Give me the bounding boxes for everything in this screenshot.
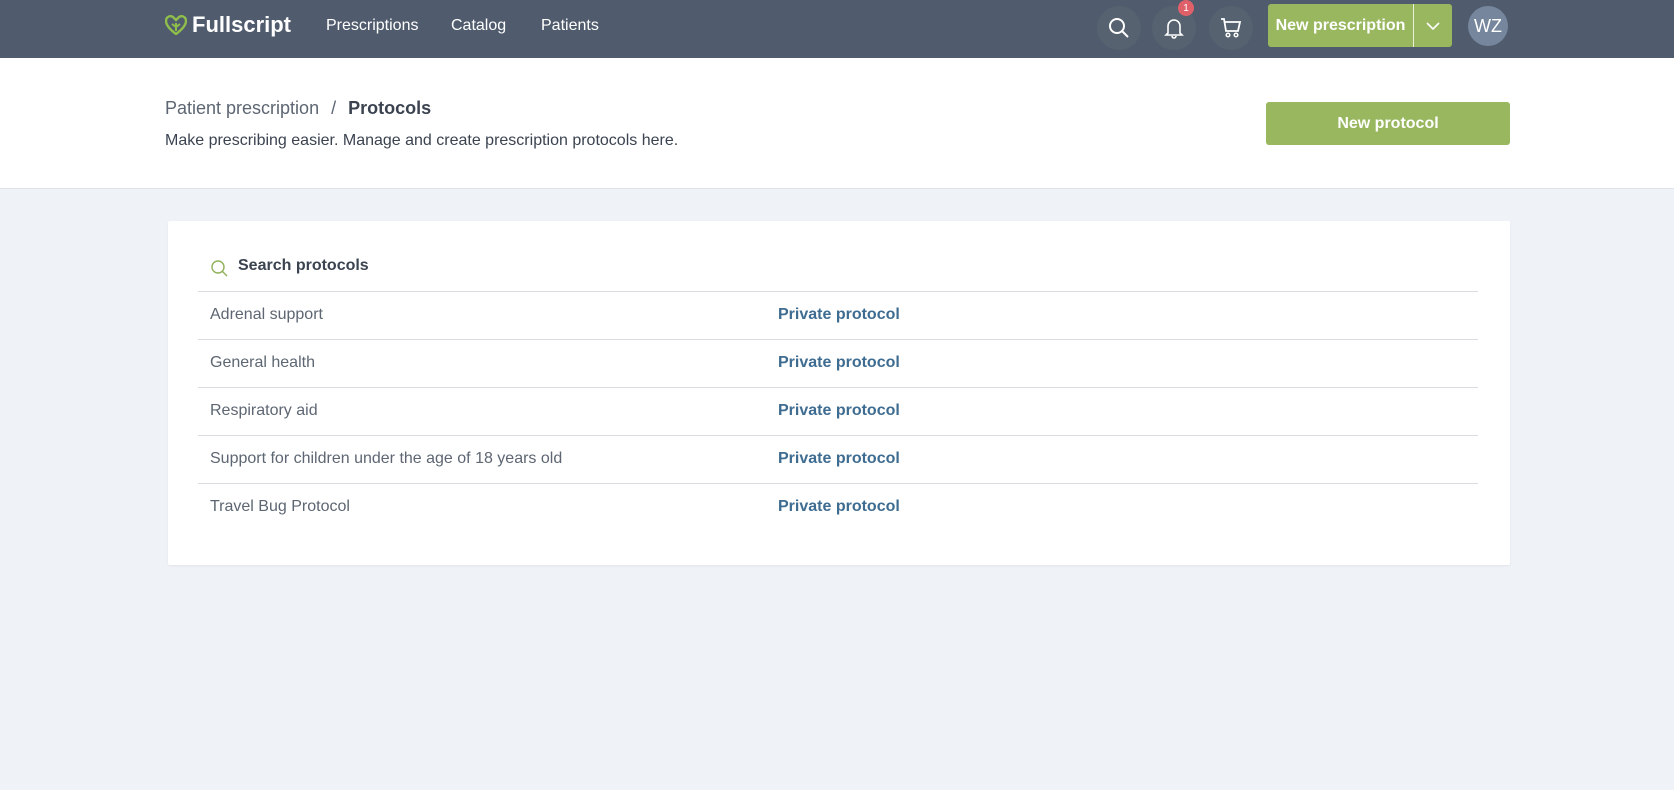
search-icon bbox=[1109, 18, 1129, 38]
protocol-name[interactable]: Travel Bug Protocol bbox=[210, 498, 350, 516]
protocol-type: Private protocol bbox=[778, 450, 900, 467]
cart-button[interactable] bbox=[1209, 6, 1253, 50]
protocol-row[interactable]: Respiratory aid Private protocol bbox=[198, 388, 1478, 436]
protocol-row[interactable]: General health Private protocol bbox=[198, 340, 1478, 388]
bell-icon bbox=[1164, 19, 1184, 39]
page-header: Patient prescription / Protocols Make pr… bbox=[0, 58, 1674, 189]
notifications-button[interactable]: 1 bbox=[1152, 0, 1196, 50]
chevron-down-icon bbox=[1426, 21, 1440, 30]
breadcrumb: Patient prescription / Protocols bbox=[165, 98, 431, 119]
protocol-type: Private protocol bbox=[778, 402, 900, 419]
protocol-type: Private protocol bbox=[778, 306, 900, 323]
breadcrumb-parent[interactable]: Patient prescription bbox=[165, 98, 319, 118]
protocol-name[interactable]: Adrenal support bbox=[210, 306, 323, 324]
search-bar bbox=[198, 257, 1478, 292]
breadcrumb-separator: / bbox=[331, 98, 337, 118]
breadcrumb-current: Protocols bbox=[348, 98, 432, 118]
avatar[interactable]: WZ bbox=[1468, 6, 1508, 46]
protocol-row[interactable]: Travel Bug Protocol Private protocol bbox=[198, 484, 1478, 532]
cart-icon bbox=[1221, 18, 1242, 38]
search-protocols-input[interactable] bbox=[238, 257, 838, 275]
new-prescription-button[interactable]: New prescription bbox=[1268, 4, 1414, 47]
new-protocol-button[interactable]: New protocol bbox=[1266, 102, 1510, 145]
protocol-name[interactable]: General health bbox=[210, 354, 315, 372]
nav-patients[interactable]: Patients bbox=[541, 17, 599, 35]
nav-catalog[interactable]: Catalog bbox=[451, 17, 506, 35]
protocol-name[interactable]: Respiratory aid bbox=[210, 402, 318, 420]
brand-name: Fullscript bbox=[192, 12, 292, 37]
nav-prescriptions[interactable]: Prescriptions bbox=[326, 17, 418, 35]
protocol-name[interactable]: Support for children under the age of 18… bbox=[210, 450, 562, 468]
protocol-row[interactable]: Adrenal support Private protocol bbox=[198, 292, 1478, 340]
protocols-card: Adrenal support Private protocol General … bbox=[168, 221, 1510, 565]
new-prescription-split-button: New prescription bbox=[1268, 4, 1452, 47]
notification-badge: 1 bbox=[1178, 0, 1194, 16]
brand-logo[interactable]: Fullscript bbox=[165, 12, 291, 38]
protocol-type: Private protocol bbox=[778, 354, 900, 371]
protocol-row[interactable]: Support for children under the age of 18… bbox=[198, 436, 1478, 484]
search-button[interactable] bbox=[1097, 6, 1141, 50]
search-icon bbox=[211, 260, 228, 277]
page-subtitle: Make prescribing easier. Manage and crea… bbox=[165, 132, 679, 149]
leaf-heart-icon bbox=[165, 15, 187, 35]
top-nav: Fullscript Prescriptions Catalog Patient… bbox=[0, 0, 1674, 58]
protocol-type: Private protocol bbox=[778, 498, 900, 515]
new-prescription-dropdown[interactable] bbox=[1414, 4, 1452, 47]
